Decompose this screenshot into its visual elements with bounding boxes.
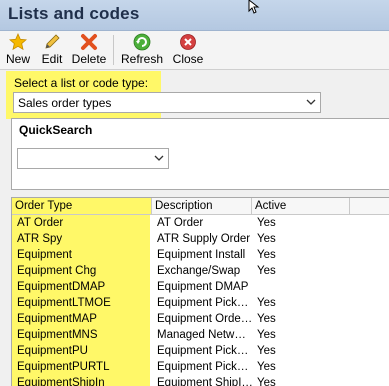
refresh-label: Refresh — [120, 52, 164, 66]
cell-order-type: EquipmentShipIn — [17, 377, 105, 386]
column-header-description[interactable]: Description — [152, 198, 252, 214]
cell-description: Exchange/Swap — [157, 265, 241, 277]
cell-active: Yes — [257, 377, 276, 386]
cell-active: Yes — [257, 233, 276, 245]
new-label: New — [5, 52, 30, 66]
close-button[interactable]: Close — [171, 31, 205, 69]
cell-description: Equipment Pick… — [157, 345, 249, 357]
cell-description: Equipment Orde… — [157, 313, 252, 325]
cell-description: Equipment DMAP — [157, 281, 249, 293]
cell-order-type: EquipmentPURTL — [17, 361, 110, 373]
close-label: Close — [172, 52, 204, 66]
cell-order-type: EquipmentMAP — [17, 313, 97, 325]
cell-order-type: Equipment Chg — [17, 265, 97, 277]
cell-active — [252, 279, 352, 295]
cell-order-type: EquipmentDMAP — [17, 281, 106, 293]
toolbar-separator — [113, 35, 114, 65]
cell-active: Yes — [257, 265, 276, 277]
cell-order-type: ATR Spy — [17, 233, 63, 245]
cell-description: Equipment Pick… — [157, 297, 249, 309]
chevron-down-icon — [306, 99, 316, 105]
list-type-dropdown[interactable]: Sales order types — [13, 92, 321, 113]
cell-order-type: EquipmentLTMOE — [17, 297, 111, 309]
list-type-label: Select a list or code type: — [14, 76, 149, 90]
cell-active: Yes — [257, 297, 276, 309]
cell-description: Managed Netw… — [157, 329, 246, 341]
grid-header: Order Type Description Active — [12, 198, 389, 215]
quicksearch-title: QuickSearch — [19, 123, 93, 137]
star-icon — [9, 33, 27, 51]
cell-order-type: EquipmentMNS — [17, 329, 98, 341]
title-bar: Lists and codes — [0, 0, 389, 31]
refresh-icon — [133, 33, 151, 51]
new-button[interactable]: New — [4, 31, 32, 69]
close-circle-icon — [180, 34, 196, 50]
table-row[interactable]: EquipmentShipIn Equipment ShipI… Yes — [12, 375, 389, 386]
chevron-down-icon — [154, 155, 164, 161]
pencil-icon — [45, 34, 60, 49]
cell-active: Yes — [257, 345, 276, 357]
table-row[interactable]: EquipmentMNS Managed Netw… Yes — [12, 327, 389, 343]
refresh-button[interactable]: Refresh — [119, 31, 165, 69]
cell-description: ATR Supply Order — [157, 233, 251, 245]
window-title: Lists and codes — [8, 4, 140, 23]
cell-description: Equipment Pick… — [157, 361, 249, 373]
cell-description: AT Order — [157, 217, 204, 229]
column-header-order-type[interactable]: Order Type — [12, 198, 152, 214]
table-row[interactable]: Equipment Chg Exchange/Swap Yes — [12, 263, 389, 279]
table-row[interactable]: EquipmentLTMOE Equipment Pick… Yes — [12, 295, 389, 311]
delete-button[interactable]: Delete — [71, 31, 107, 69]
cell-active: Yes — [257, 313, 276, 325]
list-type-value: Sales order types — [18, 96, 112, 110]
cell-description: Equipment ShipI… — [157, 377, 252, 386]
table-row[interactable]: EquipmentPURTL Equipment Pick… Yes — [12, 359, 389, 375]
toolbar: New Edit Delete Refresh Close — [0, 31, 389, 70]
cell-active: Yes — [257, 361, 276, 373]
edit-button[interactable]: Edit — [38, 31, 66, 69]
column-header-active[interactable]: Active — [252, 198, 350, 214]
table-row[interactable]: EquipmentDMAP Equipment DMAP — [12, 279, 389, 295]
table-row[interactable]: EquipmentMAP Equipment Orde… Yes — [12, 311, 389, 327]
mouse-cursor-icon — [248, 0, 260, 14]
delete-label: Delete — [71, 52, 107, 66]
cell-active: Yes — [257, 249, 276, 261]
table-row[interactable]: EquipmentPU Equipment Pick… Yes — [12, 343, 389, 359]
table-row[interactable]: AT Order AT Order Yes — [12, 215, 389, 231]
column-header-filler — [352, 198, 389, 214]
table-row[interactable]: ATR Spy ATR Supply Order Yes — [12, 231, 389, 247]
cell-order-type: AT Order — [17, 217, 64, 229]
x-delete-icon — [81, 34, 97, 50]
cell-order-type: Equipment — [17, 249, 72, 261]
cell-active: Yes — [257, 217, 276, 229]
cell-active: Yes — [257, 329, 276, 341]
table-row[interactable]: Equipment Equipment Install Yes — [12, 247, 389, 263]
quicksearch-dropdown[interactable] — [17, 148, 169, 169]
order-types-grid: Order Type Description Active AT Order AT… — [11, 197, 389, 386]
cell-description: Equipment Install — [157, 249, 246, 261]
cell-order-type: EquipmentPU — [17, 345, 88, 357]
edit-label: Edit — [41, 52, 63, 66]
